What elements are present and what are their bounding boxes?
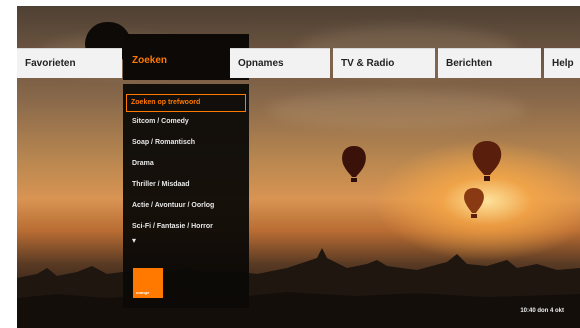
balloon-graphic: [464, 188, 484, 218]
tv-screen: Favorieten Zoeken Opnames TV & Radio Ber…: [17, 6, 580, 328]
balloon-graphic: [472, 141, 502, 181]
tab-favorieten[interactable]: Favorieten: [17, 48, 122, 78]
main-menu-bar: Favorieten Zoeken Opnames TV & Radio Ber…: [17, 34, 580, 84]
menu-item-drama[interactable]: Drama: [132, 157, 154, 171]
background-landscape: [17, 248, 580, 328]
menu-item-zoeken-op-trefwoord[interactable]: Zoeken op trefwoord: [126, 94, 246, 112]
balloon-graphic: [342, 146, 366, 182]
menu-item-actie-avontuur-oorlog[interactable]: Actie / Avontuur / Oorlog: [132, 199, 214, 213]
orange-logo: orange: [133, 268, 163, 298]
menu-item-soap-romantisch[interactable]: Soap / Romantisch: [132, 136, 195, 150]
menu-item-sci-fi-fantasie-horror[interactable]: Sci-Fi / Fantasie / Horror: [132, 220, 213, 234]
menu-item-thriller-misdaad[interactable]: Thriller / Misdaad: [132, 178, 190, 192]
chevron-down-icon[interactable]: ▾: [132, 236, 136, 245]
tab-help[interactable]: Help: [544, 48, 580, 78]
menu-item-sitcom-comedy[interactable]: Sitcom / Comedy: [132, 115, 189, 129]
clock-date: 10:40 don 4 okt: [520, 308, 564, 314]
tab-opnames[interactable]: Opnames: [230, 48, 330, 78]
orange-logo-text: orange: [136, 290, 150, 295]
tab-berichten[interactable]: Berichten: [438, 48, 541, 78]
background-cloud: [267, 91, 527, 129]
tab-tv-radio[interactable]: TV & Radio: [333, 48, 435, 78]
search-dropdown-menu: Zoeken op trefwoord Sitcom / Comedy Soap…: [123, 84, 249, 308]
